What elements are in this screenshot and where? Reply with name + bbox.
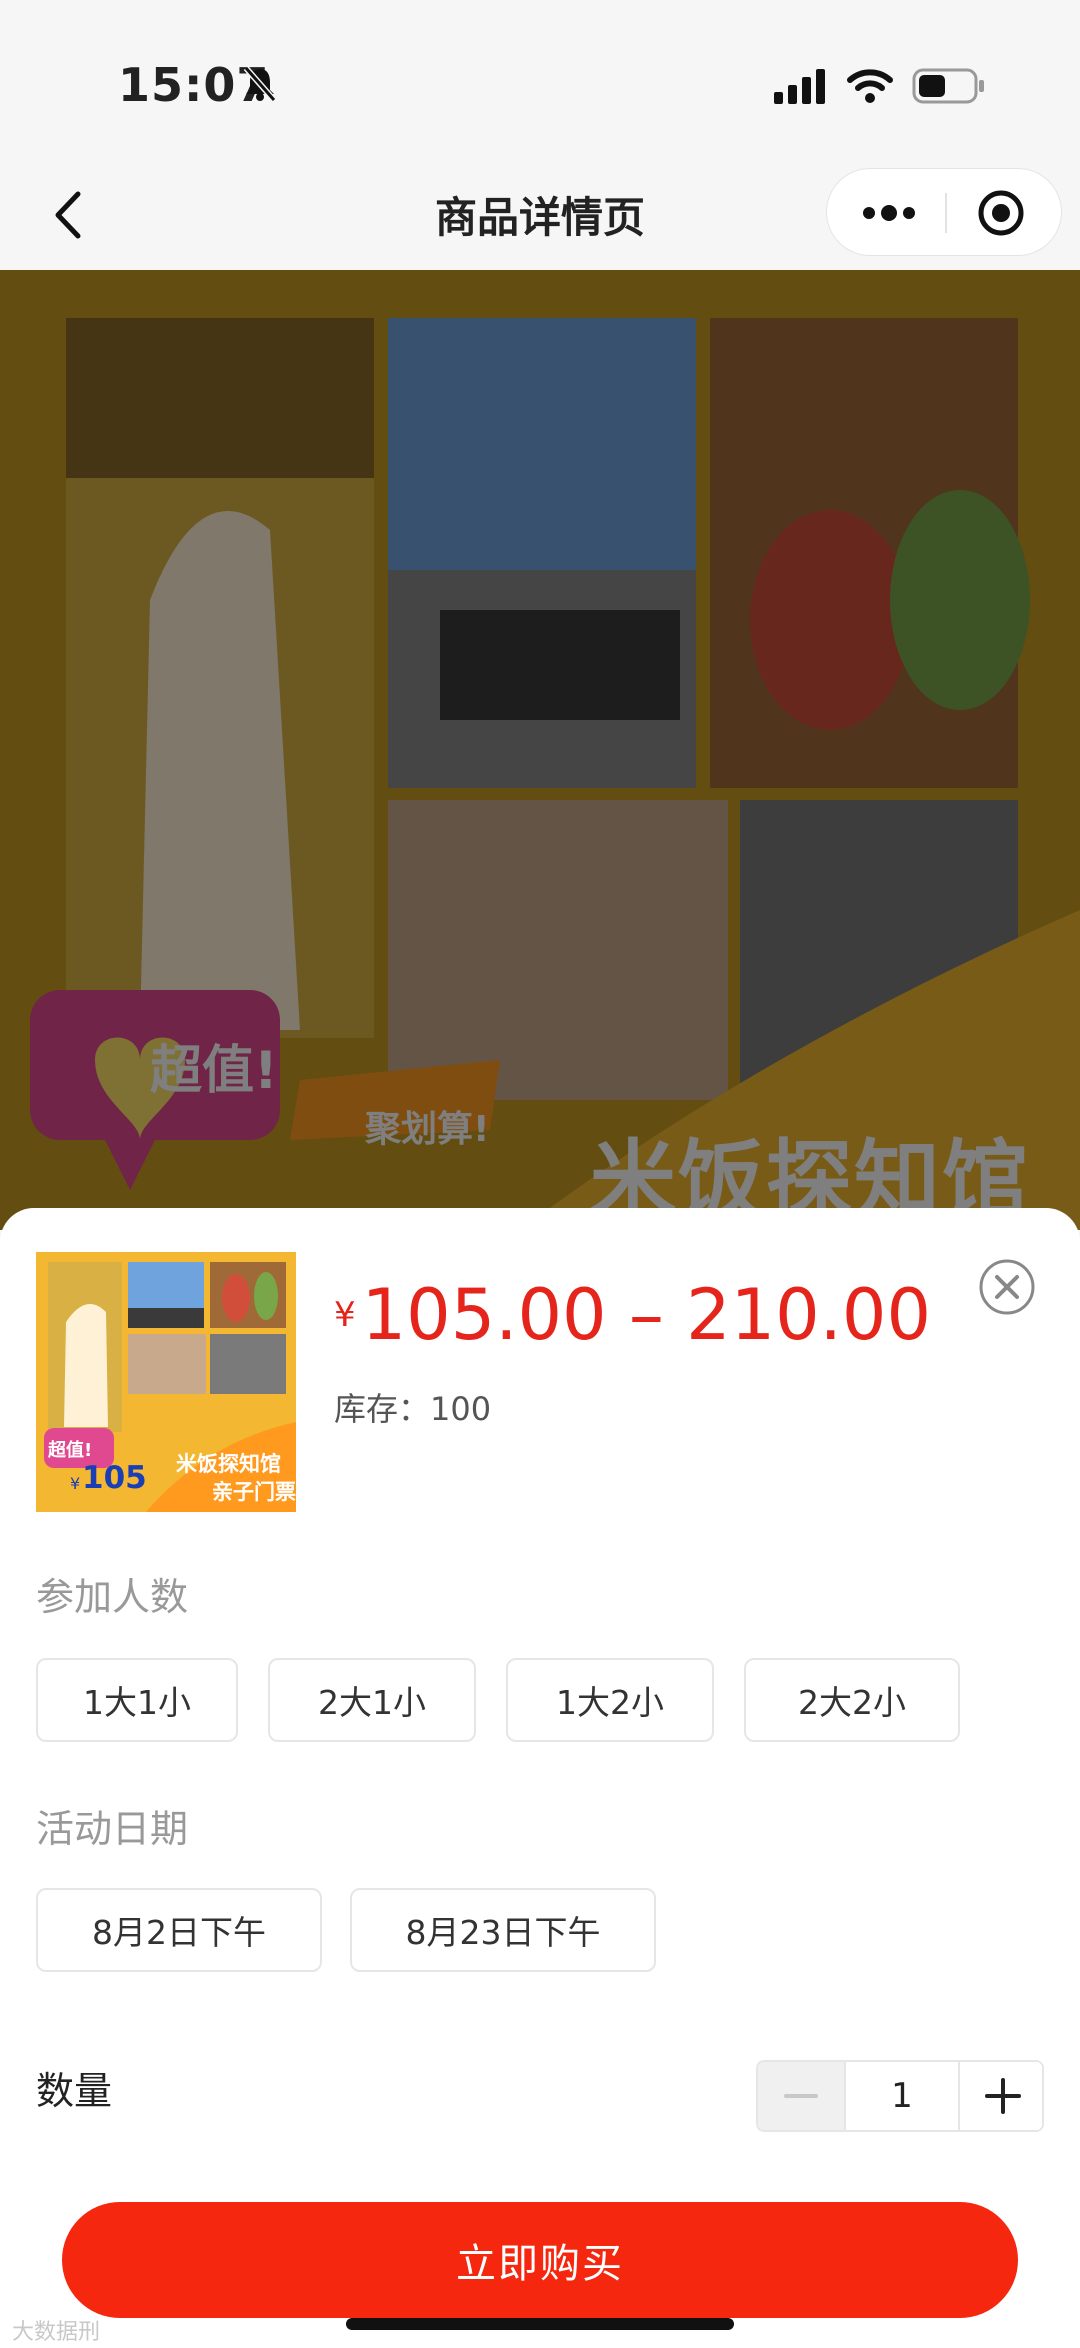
sku-selection-sheet: 超值! ¥ 105 米饭探知馆 亲子门票 ¥105.00 – 210.00 库存… — [0, 1208, 1080, 2348]
participants-label: 参加人数 — [36, 1575, 189, 1619]
quantity-label: 数量 — [36, 2069, 113, 2113]
modal-overlay[interactable] — [0, 270, 1080, 1230]
nav-bar: 商品详情页 — [0, 160, 1080, 270]
option-date-2[interactable]: 8月23日下午 — [350, 1888, 656, 1972]
quantity-value[interactable]: 1 — [844, 2062, 960, 2130]
capsule-divider — [945, 193, 947, 233]
more-dots-icon[interactable] — [857, 193, 921, 233]
thumbnail-yen: ¥ — [70, 1474, 81, 1493]
buy-now-button[interactable]: 立即购买 — [62, 2202, 1018, 2318]
watermark: 大数据刑 — [12, 2320, 101, 2345]
target-circle-icon[interactable] — [977, 189, 1025, 237]
thumbnail-price: 105 — [82, 1460, 147, 1496]
product-thumbnail: 超值! ¥ 105 米饭探知馆 亲子门票 — [36, 1252, 296, 1512]
plus-icon[interactable] — [960, 2062, 1044, 2130]
minus-icon[interactable] — [758, 2062, 844, 2130]
option-date-1[interactable]: 8月2日下午 — [36, 1888, 322, 1972]
quantity-stepper: 1 — [756, 2060, 1044, 2132]
signal-icon — [774, 69, 825, 104]
battery-icon — [912, 68, 984, 104]
price-range: 105.00 – 210.00 — [361, 1274, 932, 1356]
thumbnail-title-line2: 亲子门票 — [212, 1480, 296, 1504]
product-hero-image: 超值! 聚划算! 米饭探知馆 — [0, 270, 1080, 1230]
wifi-icon — [847, 69, 893, 103]
option-participants-4[interactable]: 2大2小 — [744, 1658, 960, 1742]
price-currency: ¥ — [334, 1295, 356, 1335]
option-participants-2[interactable]: 2大1小 — [268, 1658, 476, 1742]
status-bar: 15:07 — [0, 0, 1080, 160]
close-circle-icon[interactable] — [978, 1258, 1036, 1316]
thumbnail-title-line1: 米饭探知馆 — [176, 1452, 281, 1476]
bell-muted-icon — [243, 66, 277, 102]
mini-program-capsule — [826, 168, 1062, 256]
option-participants-3[interactable]: 1大2小 — [506, 1658, 714, 1742]
option-participants-1[interactable]: 1大1小 — [36, 1658, 238, 1742]
stock-count: 库存：100 — [334, 1390, 492, 1428]
price-row: ¥105.00 – 210.00 — [334, 1274, 931, 1356]
activity-date-label: 活动日期 — [36, 1807, 189, 1851]
thumbnail-badge: 超值! — [48, 1440, 93, 1461]
home-indicator — [346, 2318, 734, 2330]
